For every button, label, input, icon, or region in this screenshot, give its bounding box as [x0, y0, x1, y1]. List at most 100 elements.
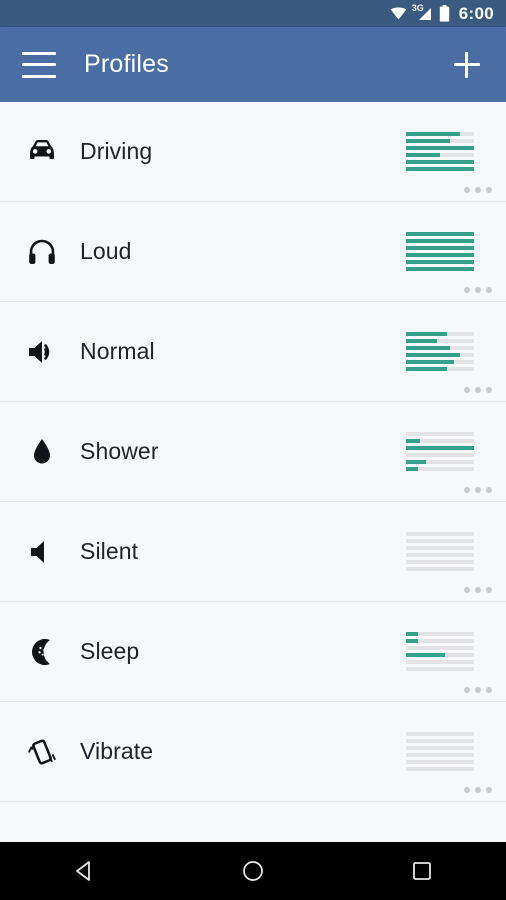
volume-bar	[406, 553, 474, 557]
profile-row[interactable]: Silent	[0, 502, 506, 602]
volume-bar	[406, 332, 474, 336]
profile-name-label: Loud	[80, 238, 132, 264]
volume-bar-fill	[406, 153, 440, 157]
volume-bar-fill	[406, 239, 474, 243]
volume-bar	[406, 467, 474, 471]
volume-bar-fill	[406, 467, 419, 471]
volume-bar	[406, 153, 474, 157]
back-button[interactable]	[56, 851, 112, 891]
volume-bar-fill	[406, 353, 461, 357]
wifi-icon	[390, 7, 407, 20]
profiles-list: Driving Loud Normal Shower Silent Sleep Vibrat…	[0, 102, 506, 842]
volume-bar-fill	[406, 346, 451, 350]
volume-bar	[406, 653, 474, 657]
overflow-menu-icon[interactable]	[464, 487, 492, 493]
page-title: Profiles	[84, 50, 169, 78]
volume-level-bars	[406, 632, 474, 671]
profiles-screen: 3G 6:00 Profiles Driving Loud Normal Shower…	[0, 0, 506, 900]
volume-bar	[406, 239, 474, 243]
volume-bar	[406, 432, 474, 436]
volume-bar	[406, 339, 474, 343]
volume-bar	[406, 667, 474, 671]
volume-bar	[406, 232, 474, 236]
overflow-menu-icon[interactable]	[464, 387, 492, 393]
volume-bar	[406, 260, 474, 264]
water-drop-icon	[20, 430, 64, 474]
volume-bar	[406, 646, 474, 650]
profile-name-label: Silent	[80, 538, 139, 564]
profile-name-label: Sleep	[80, 638, 140, 664]
volume-bar	[406, 632, 474, 636]
overflow-menu-icon[interactable]	[464, 587, 492, 593]
volume-bar	[406, 346, 474, 350]
volume-bar	[406, 739, 474, 743]
volume-bar	[406, 546, 474, 550]
vibrate-icon	[20, 730, 64, 774]
volume-bar	[406, 139, 474, 143]
home-button[interactable]	[225, 851, 281, 891]
volume-bar	[406, 160, 474, 164]
profile-row[interactable]: Loud	[0, 202, 506, 302]
moon-icon	[20, 630, 64, 674]
android-navigation-bar	[0, 842, 506, 900]
volume-bar	[406, 360, 474, 364]
volume-bar	[406, 746, 474, 750]
volume-bar	[406, 567, 474, 571]
status-time: 6:00	[458, 3, 494, 23]
volume-bar	[406, 446, 474, 450]
headphones-icon	[20, 230, 64, 274]
profile-name-label: Shower	[80, 438, 159, 464]
volume-bar-fill	[406, 253, 474, 257]
profile-row[interactable]: Sleep	[0, 602, 506, 702]
volume-bar-fill	[406, 639, 419, 643]
volume-bar	[406, 560, 474, 564]
volume-bar-fill	[406, 367, 447, 371]
profile-name-label: Normal	[80, 338, 155, 364]
volume-bar-fill	[406, 339, 437, 343]
hamburger-menu-icon[interactable]	[22, 51, 56, 78]
volume-level-bars	[406, 232, 474, 271]
status-icon-group: 3G	[390, 4, 450, 22]
volume-bar	[406, 253, 474, 257]
profile-row[interactable]: Vibrate	[0, 702, 506, 802]
volume-bar	[406, 539, 474, 543]
volume-bar-fill	[406, 260, 474, 264]
volume-bar-fill	[406, 146, 474, 150]
volume-bar-fill	[406, 232, 474, 236]
list-empty-tail	[0, 802, 506, 842]
profile-name-label: Driving	[80, 138, 153, 164]
volume-bar	[406, 439, 474, 443]
volume-bar-fill	[406, 360, 454, 364]
battery-icon	[439, 5, 450, 22]
volume-bar-fill	[406, 160, 474, 164]
volume-bar-fill	[406, 132, 461, 136]
volume-level-bars	[406, 732, 474, 771]
volume-level-bars	[406, 532, 474, 571]
recents-button[interactable]	[394, 851, 450, 891]
volume-bar-fill	[406, 632, 419, 636]
volume-bar-fill	[406, 446, 474, 450]
profile-row[interactable]: Normal	[0, 302, 506, 402]
volume-bar	[406, 132, 474, 136]
volume-bar-fill	[406, 439, 420, 443]
volume-bar	[406, 660, 474, 664]
profile-name-label: Vibrate	[80, 738, 154, 764]
status-bar: 3G 6:00	[0, 0, 506, 27]
volume-bar	[406, 639, 474, 643]
app-bar: Profiles	[0, 27, 506, 102]
overflow-menu-icon[interactable]	[464, 187, 492, 193]
volume-bar	[406, 753, 474, 757]
overflow-menu-icon[interactable]	[464, 787, 492, 793]
volume-bar-fill	[406, 246, 474, 250]
overflow-menu-icon[interactable]	[464, 687, 492, 693]
profile-row[interactable]: Driving	[0, 102, 506, 202]
volume-bar	[406, 146, 474, 150]
profile-row[interactable]: Shower	[0, 402, 506, 502]
overflow-menu-icon[interactable]	[464, 287, 492, 293]
volume-bar	[406, 760, 474, 764]
volume-bar-fill	[406, 653, 445, 657]
volume-bar	[406, 267, 474, 271]
plus-icon[interactable]	[450, 48, 484, 82]
volume-bar	[406, 167, 474, 171]
signal-3g-icon: 3G	[412, 4, 433, 21]
